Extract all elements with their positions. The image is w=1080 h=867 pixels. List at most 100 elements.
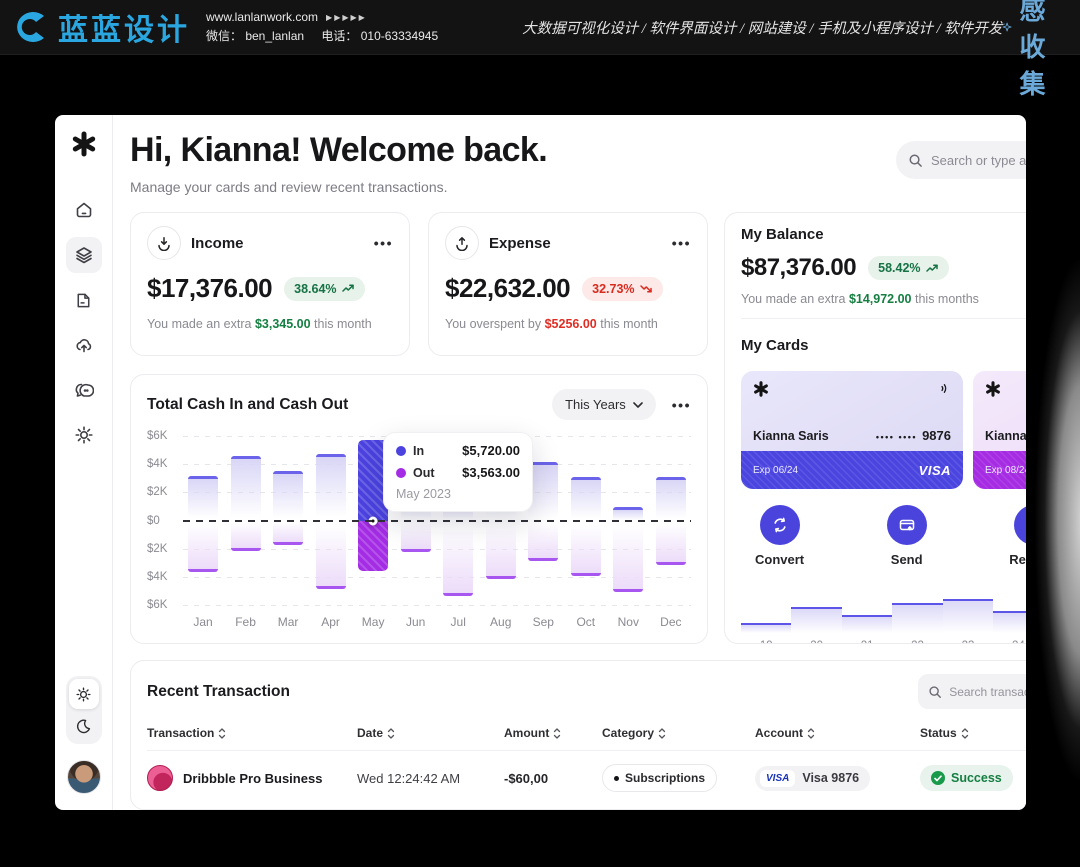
x-tick-label: Mar xyxy=(273,615,303,629)
in-legend-dot xyxy=(396,446,406,456)
out-bar xyxy=(231,521,261,551)
out-legend-dot xyxy=(396,468,406,478)
page-subtitle: Manage your cards and review recent tran… xyxy=(130,179,547,195)
promo-banner: 蓝蓝设计 www.lanlanwork.com ▶▶▶▶▶ 微信： ben_la… xyxy=(0,0,1080,55)
sort-icon xyxy=(218,728,226,739)
sidebar-item-messages[interactable] xyxy=(66,372,102,408)
send-card-icon xyxy=(898,516,916,534)
cloud-upload-icon xyxy=(74,335,94,355)
y-tick: $4K xyxy=(147,458,177,470)
sort-icon xyxy=(658,728,666,739)
x-tick-label: Nov xyxy=(613,615,643,629)
collect-brand[interactable]: 灵感收集 xyxy=(1002,0,1063,101)
income-card: Income ••• $17,376.00 38.64% You made an… xyxy=(130,212,410,356)
dark-mode-button[interactable] xyxy=(69,711,99,741)
mini-chart-labels: 192021222324252627 xyxy=(741,640,1026,644)
page-title: Hi, Kianna! Welcome back. xyxy=(130,131,547,170)
sidebar-item-settings[interactable] xyxy=(66,417,102,453)
contactless-icon xyxy=(936,381,951,396)
mini-bar-22 xyxy=(892,603,942,633)
y-tick: $0 xyxy=(147,515,177,527)
banner-contact: www.lanlanwork.com ▶▶▶▶▶ 微信： ben_lanlan … xyxy=(206,8,452,45)
transactions-title: Recent Transaction xyxy=(147,683,290,701)
mini-x-label: 23 xyxy=(943,640,993,644)
balance-title: My Balance xyxy=(741,226,824,243)
sidebar-item-cloud[interactable] xyxy=(66,327,102,363)
dashboard-window: Hi, Kianna! Welcome back. Manage your ca… xyxy=(55,115,1026,810)
column-header-status[interactable]: Status xyxy=(920,726,1026,740)
quick-actions: Convert Send Receive ••• More xyxy=(741,505,1026,567)
zero-axis-line xyxy=(183,520,691,522)
banner-website[interactable]: www.lanlanwork.com xyxy=(206,8,318,27)
x-tick-label: Dec xyxy=(656,615,686,629)
sort-icon xyxy=(807,728,815,739)
banner-services: 大数据可视化设计 / 软件界面设计 / 网站建设 / 手机及小程序设计 / 软件… xyxy=(522,17,1002,38)
cash-chart-xlabels: JanFebMarAprMayJunJulAugSepOctNovDec xyxy=(183,615,691,629)
trend-up-icon xyxy=(926,264,939,273)
balance-trend-badge: 58.42% xyxy=(868,256,948,280)
mini-bar-21 xyxy=(842,615,892,633)
light-mode-button[interactable] xyxy=(69,679,99,709)
expense-amount: $22,632.00 xyxy=(445,273,570,304)
out-bar xyxy=(358,521,388,571)
balance-amount: $87,376.00 xyxy=(741,254,856,282)
expense-menu-button[interactable]: ••• xyxy=(672,235,691,251)
sidebar-item-documents[interactable] xyxy=(66,282,102,318)
y-tick: $6K xyxy=(147,430,177,442)
visa-logo: VISA xyxy=(919,463,951,478)
banner-arrows: ▶▶▶▶▶ xyxy=(326,12,367,24)
transactions-search-input[interactable] xyxy=(949,685,1026,699)
y-tick: $6K xyxy=(147,599,177,611)
column-header-transaction[interactable]: Transaction xyxy=(147,726,357,740)
table-row[interactable]: Dribbble Pro Business Wed 12:24:42 AM -$… xyxy=(147,751,1026,805)
user-avatar[interactable] xyxy=(67,760,101,794)
expense-title: Expense xyxy=(489,235,551,252)
search-icon xyxy=(908,153,923,168)
transactions-table: Transaction Date Amount Category Account… xyxy=(131,720,1026,805)
in-bar xyxy=(273,471,303,521)
moon-icon xyxy=(75,718,92,735)
search-icon xyxy=(928,685,942,699)
transactions-search[interactable] xyxy=(918,674,1026,709)
lanlan-logo-icon xyxy=(14,10,50,44)
send-button[interactable]: Send xyxy=(887,505,927,567)
convert-button[interactable]: Convert xyxy=(755,505,804,567)
x-tick-label: Apr xyxy=(316,615,346,629)
column-header-date[interactable]: Date xyxy=(357,726,504,740)
in-bar xyxy=(231,456,261,521)
search-input[interactable] xyxy=(931,153,1026,168)
income-menu-button[interactable]: ••• xyxy=(374,235,393,251)
mini-x-label: 22 xyxy=(892,640,942,644)
column-header-amount[interactable]: Amount xyxy=(504,726,602,740)
bank-card-1[interactable]: Kianna Saris •••• •••• 9876 Exp 06/24 VI… xyxy=(741,371,963,489)
sidebar-item-home[interactable] xyxy=(66,192,102,228)
cards-carousel[interactable]: Kianna Saris •••• •••• 9876 Exp 06/24 VI… xyxy=(741,371,1026,489)
lanlan-logo[interactable]: 蓝蓝设计 xyxy=(14,5,190,49)
category-badge: Subscriptions xyxy=(602,764,717,792)
bank-card-2[interactable]: Kianna Saris Exp 08/24 xyxy=(973,371,1026,489)
expense-trend-badge: 32.73% xyxy=(582,277,662,301)
sidebar-item-cards[interactable] xyxy=(66,237,102,273)
command-search[interactable]: ⌘F xyxy=(896,141,1026,179)
column-header-category[interactable]: Category xyxy=(602,726,755,740)
x-tick-label: Sep xyxy=(528,615,558,629)
receive-button[interactable]: Receive xyxy=(1009,505,1026,567)
column-header-account[interactable]: Account xyxy=(755,726,920,740)
chart-menu-button[interactable]: ••• xyxy=(672,397,691,413)
in-bar xyxy=(188,476,218,521)
transaction-name: Dribbble Pro Business xyxy=(183,771,322,786)
account-badge: VISAVisa 9876 xyxy=(755,766,870,791)
mini-bar-24 xyxy=(993,611,1026,633)
cash-chart-plot: $6K $4K $2K $0 $2K $4K $6K In$5,720.00 O… xyxy=(183,436,691,606)
card-holder: Kianna Saris xyxy=(753,429,829,443)
mini-chart-bars xyxy=(741,583,1026,633)
status-badge: Success xyxy=(920,765,1013,791)
receive-card-icon xyxy=(1025,516,1026,534)
expense-note: You overspent by $5256.00 this month xyxy=(445,317,691,331)
card-expiry: Exp 06/24 xyxy=(753,465,798,476)
out-bar xyxy=(613,521,643,592)
period-selector[interactable]: This Years xyxy=(552,389,656,420)
app-logo-asterisk[interactable] xyxy=(71,131,97,162)
card-masked-digits: •••• •••• xyxy=(876,432,917,442)
balance-card: My Balance ••• $87,376.00 58.42% You mad… xyxy=(724,212,1026,644)
